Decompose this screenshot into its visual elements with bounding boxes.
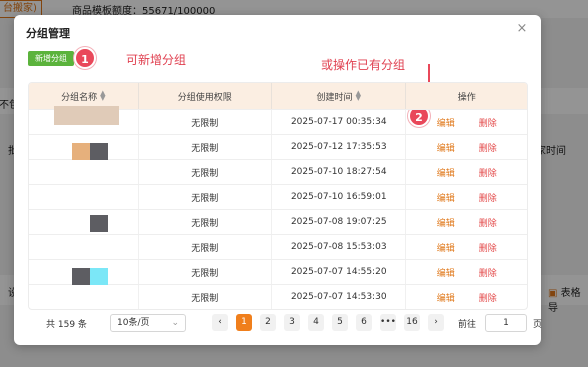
page-button[interactable]: 6: [356, 314, 372, 331]
created-time-cell: 2025-07-10 18:27:54: [272, 160, 407, 184]
permission-cell: 无限制: [139, 210, 273, 234]
next-page-button[interactable]: ›: [428, 314, 444, 331]
sort-icon[interactable]: ▲ ▼: [100, 90, 105, 102]
edit-link[interactable]: 编辑: [437, 191, 455, 204]
group-name-cell: [29, 285, 139, 309]
add-group-button[interactable]: 新增分组: [28, 51, 74, 66]
delete-link[interactable]: 删除: [479, 291, 497, 304]
group-name-cell: [29, 160, 139, 184]
table-row: 无限制 2025-07-10 16:59:01 编辑 删除: [29, 184, 527, 209]
delete-link[interactable]: 删除: [479, 166, 497, 179]
redacted-name: [90, 143, 108, 160]
total-count: 共 159 条: [46, 320, 87, 330]
actions-cell: 编辑 删除: [406, 185, 527, 209]
column-header-created[interactable]: 创建时间 ▲ ▼: [272, 83, 407, 109]
page-size-select[interactable]: 10条/页 ⌄: [110, 314, 186, 332]
actions-cell: 编辑 删除: [406, 285, 527, 309]
delete-link[interactable]: 删除: [479, 266, 497, 279]
permission-cell: 无限制: [139, 285, 273, 309]
annotation-text-1: 可新增分组: [126, 53, 187, 67]
redacted-name: [72, 268, 90, 285]
dialog-title: 分组管理: [26, 27, 70, 40]
annotation-badge-1: 1: [74, 47, 96, 69]
table-row: 无限制 2025-07-07 14:53:30 编辑 删除: [29, 284, 527, 309]
page-button[interactable]: 2: [260, 314, 276, 331]
redacted-name: [72, 143, 90, 160]
page-button[interactable]: 4: [308, 314, 324, 331]
actions-cell: 编辑 删除: [406, 210, 527, 234]
goto-unit: 页: [533, 320, 543, 330]
table-row: 无限制 2025-07-08 15:53:03 编辑 删除: [29, 234, 527, 259]
actions-cell: 编辑 删除: [406, 235, 527, 259]
column-header-permission: 分组使用权限: [139, 83, 273, 109]
more-pages-button[interactable]: •••: [380, 314, 396, 331]
edit-link[interactable]: 编辑: [437, 266, 455, 279]
page-button[interactable]: 16: [404, 314, 420, 331]
created-time-cell: 2025-07-07 14:53:30: [272, 285, 407, 309]
group-management-dialog: 分组管理 × 新增分组 1 可新增分组 或操作已有分组 2 分组名称 ▲ ▼ 分组…: [14, 15, 542, 345]
delete-link[interactable]: 删除: [479, 141, 497, 154]
edit-link[interactable]: 编辑: [437, 291, 455, 304]
delete-link[interactable]: 删除: [479, 241, 497, 254]
created-time-cell: 2025-07-12 17:35:53: [272, 135, 407, 159]
permission-cell: 无限制: [139, 135, 273, 159]
permission-cell: 无限制: [139, 260, 273, 284]
edit-link[interactable]: 编辑: [437, 166, 455, 179]
page-button[interactable]: 1: [236, 314, 252, 331]
permission-cell: 无限制: [139, 110, 273, 134]
table-row: 无限制 2025-07-10 18:27:54 编辑 删除: [29, 159, 527, 184]
group-name-cell: [29, 210, 139, 234]
redacted-name: [90, 268, 108, 285]
permission-cell: 无限制: [139, 185, 273, 209]
actions-cell: 编辑 删除: [406, 260, 527, 284]
created-time-cell: 2025-07-07 14:55:20: [272, 260, 407, 284]
edit-link[interactable]: 编辑: [437, 116, 455, 129]
redacted-name: [54, 106, 119, 125]
created-time-cell: 2025-07-10 16:59:01: [272, 185, 407, 209]
goto-label: 前往: [458, 320, 477, 330]
actions-cell: 编辑 删除: [406, 110, 527, 134]
actions-cell: 编辑 删除: [406, 135, 527, 159]
goto-page-input[interactable]: 1: [485, 314, 527, 332]
pagination: 共 159 条 10条/页 ⌄ ‹ 1 2 3 4 5 6 ••• 16 › 前…: [28, 313, 542, 333]
prev-page-button[interactable]: ‹: [212, 314, 228, 331]
delete-link[interactable]: 删除: [479, 216, 497, 229]
edit-link[interactable]: 编辑: [437, 141, 455, 154]
redacted-name: [90, 215, 108, 232]
page-button[interactable]: 3: [284, 314, 300, 331]
delete-link[interactable]: 删除: [479, 116, 497, 129]
created-time-cell: 2025-07-17 00:35:34: [272, 110, 407, 134]
group-name-cell: [29, 185, 139, 209]
delete-link[interactable]: 删除: [479, 191, 497, 204]
edit-link[interactable]: 编辑: [437, 241, 455, 254]
close-icon[interactable]: ×: [515, 22, 529, 36]
created-time-cell: 2025-07-08 15:53:03: [272, 235, 407, 259]
actions-cell: 编辑 删除: [406, 160, 527, 184]
permission-cell: 无限制: [139, 160, 273, 184]
permission-cell: 无限制: [139, 235, 273, 259]
group-name-cell: [29, 235, 139, 259]
created-time-cell: 2025-07-08 19:07:25: [272, 210, 407, 234]
annotation-text-2: 或操作已有分组: [321, 58, 406, 72]
page-button[interactable]: 5: [332, 314, 348, 331]
column-header-actions: 操作: [457, 92, 476, 103]
edit-link[interactable]: 编辑: [437, 216, 455, 229]
chevron-down-icon: ⌄: [171, 318, 179, 328]
sort-icon[interactable]: ▲ ▼: [356, 90, 361, 102]
